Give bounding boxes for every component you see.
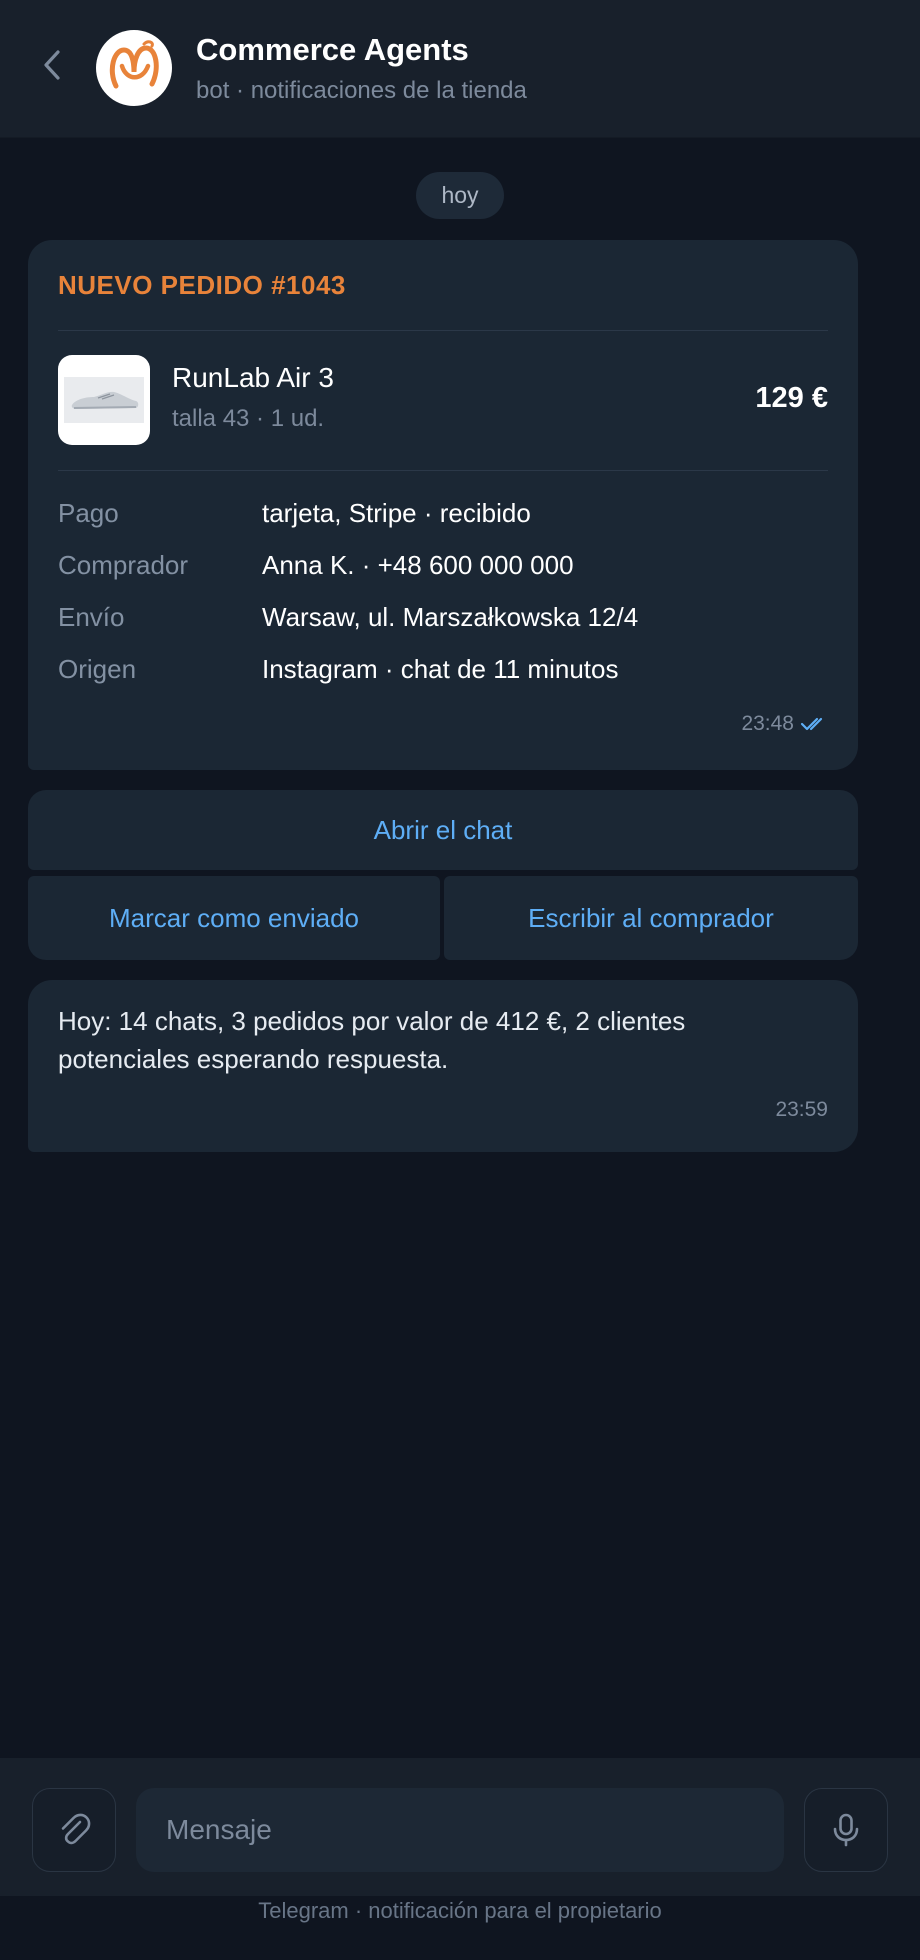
product-price: 129 € <box>755 382 828 414</box>
detail-value: tarjeta, Stripe · recibido <box>262 498 531 528</box>
microphone-icon <box>833 1813 859 1847</box>
message-meta: 23:48 <box>741 712 828 736</box>
detail-value: Warsaw, ul. Marszałkowska 12/4 <box>262 602 639 632</box>
message-input[interactable] <box>136 1788 784 1872</box>
detail-row-buyer: Comprador Anna K. · +48 600 000 000 <box>58 550 828 586</box>
open-chat-button[interactable]: Abrir el chat <box>28 790 858 870</box>
detail-label: Comprador <box>58 550 189 580</box>
message-time: 23:59 <box>775 1098 828 1121</box>
footer-note: Telegram · notificación para el propieta… <box>258 1898 662 1923</box>
summary-text: Hoy: 14 chats, 3 pedidos por valor de 41… <box>58 1006 686 1074</box>
detail-label: Pago <box>58 498 119 528</box>
chat-header: Commerce Agents bot · notificaciones de … <box>0 0 920 138</box>
order-title: NUEVO PEDIDO #1043 <box>58 270 346 300</box>
product-name: RunLab Air 3 <box>172 362 334 393</box>
divider <box>58 330 828 331</box>
sneaker-image <box>64 377 144 423</box>
detail-value: Anna K. · +48 600 000 000 <box>262 550 574 580</box>
double-check-icon <box>800 717 823 731</box>
bot-avatar[interactable] <box>96 30 172 106</box>
message-meta: 23:59 <box>775 1098 828 1122</box>
message-composer <box>0 1758 920 1896</box>
order-message-bubble: NUEVO PEDIDO #1043 RunLab Air 3 talla 43… <box>28 240 858 770</box>
detail-value: Instagram · chat de 11 minutos <box>262 654 619 684</box>
mark-shipped-button[interactable]: Marcar como enviado <box>28 876 440 960</box>
date-separator: hoy <box>416 172 504 219</box>
voice-button[interactable] <box>804 1788 888 1872</box>
detail-row-origin: Origen Instagram · chat de 11 minutos <box>58 654 828 690</box>
chevron-left-icon <box>44 50 60 80</box>
attach-button[interactable] <box>32 1788 116 1872</box>
detail-row-shipping: Envío Warsaw, ul. Marszałkowska 12/4 <box>58 602 828 638</box>
chat-screen: Commerce Agents bot · notificaciones de … <box>0 0 920 1960</box>
product-variant: talla 43 · 1 ud. <box>172 405 325 432</box>
chat-title: Commerce Agents <box>196 32 469 67</box>
product-image <box>58 355 150 445</box>
message-time: 23:48 <box>741 712 794 735</box>
detail-row-payment: Pago tarjeta, Stripe · recibido <box>58 498 828 534</box>
detail-label: Origen <box>58 654 137 684</box>
detail-label: Envío <box>58 602 125 632</box>
summary-message-bubble: Hoy: 14 chats, 3 pedidos por valor de 41… <box>28 980 858 1152</box>
divider <box>58 470 828 471</box>
commerce-agents-logo <box>109 40 159 89</box>
paperclip-icon <box>61 1813 91 1845</box>
chat-subtitle: bot · notificaciones de la tienda <box>196 77 527 104</box>
write-buyer-button[interactable]: Escribir al comprador <box>444 876 858 960</box>
back-button[interactable] <box>30 43 74 87</box>
